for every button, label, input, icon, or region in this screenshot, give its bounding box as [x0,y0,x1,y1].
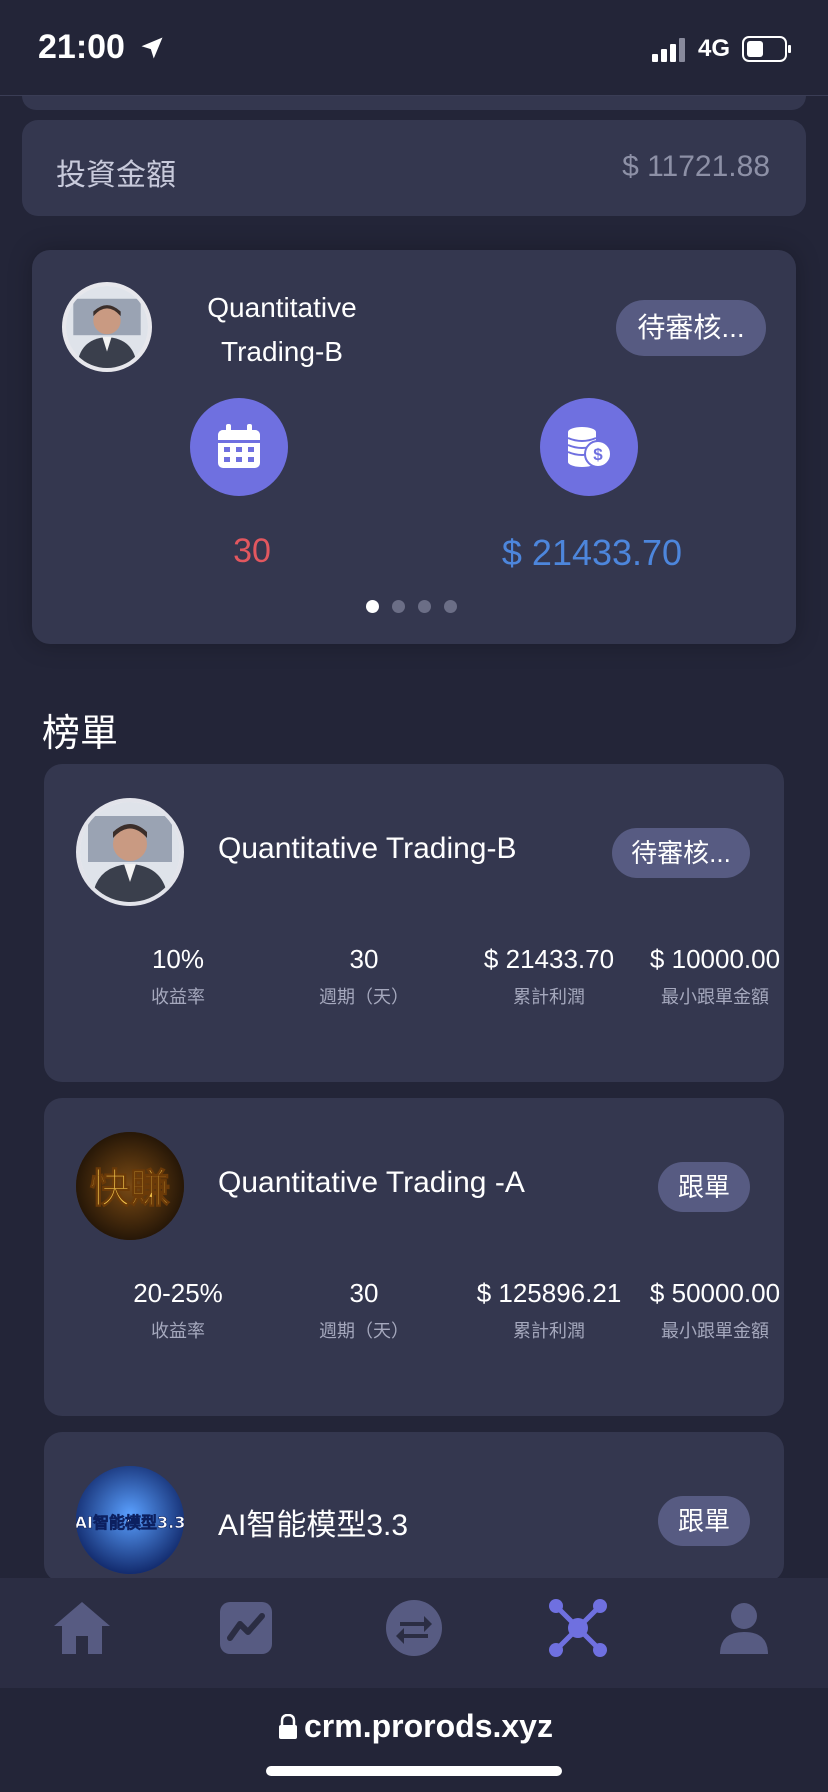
logo-text: AI智能模型3.3 [76,1513,184,1532]
stat-label: 週期（天） [319,987,409,1007]
pagination-dot[interactable] [366,600,379,613]
leaderboard-card[interactable]: AI智能模型3.3 AI智能模型3.3 跟單 [44,1432,784,1582]
page: 21:00 4G 投資金額 $ 11721.88 Quantitative Tr… [0,0,828,1792]
stat-value: 20-25% [133,1278,223,1308]
stat-value: $ 10000.00 [649,944,781,974]
stat-return-rate: 20-25% 收益率 [88,1278,268,1343]
logo-image: AI智能模型3.3 [76,1466,184,1574]
calendar-badge [190,398,288,496]
stat-value: $ 21433.70 [483,944,615,974]
stat-cycle: 30 週期（天） [274,944,454,1009]
stat-label: 週期（天） [319,1321,409,1341]
svg-text:$: $ [593,445,603,464]
home-icon [54,1602,110,1654]
stat-label: 最小跟單金額 [661,1321,769,1341]
pending-review-button[interactable]: 待審核... [616,300,766,356]
browser-url-bar[interactable]: crm.prorods.xyz [0,1688,828,1792]
nav-home[interactable] [50,1596,114,1660]
stat-value: $ 50000.00 [649,1278,781,1308]
location-arrow-icon [141,37,163,59]
nav-exchange[interactable] [382,1596,446,1660]
home-indicator[interactable] [266,1766,562,1776]
stat-cumulative-profit: $ 21433.70 累計利潤 [459,944,639,1009]
trader-avatar [76,798,184,906]
stat-min-amount: $ 50000.00 最小跟單金額 [630,1278,784,1343]
follow-button[interactable]: 跟單 [658,1496,750,1546]
network-label: 4G [698,35,731,62]
nav-network[interactable] [546,1596,610,1660]
strategy-name: AI智能模型3.3 [218,1509,409,1542]
stat-label: 收益率 [151,987,205,1007]
investment-value: $ 11721.88 [622,150,770,183]
bottom-nav [0,1578,828,1688]
stat-value: 30 [349,944,379,974]
pagination-dot[interactable] [392,600,405,613]
pagination-dot[interactable] [444,600,457,613]
strategy-name: Quantitative Trading -A [218,1166,525,1199]
calendar-icon [218,424,260,468]
trader-avatar: 快賺 [76,1132,184,1240]
chart-icon [220,1602,272,1654]
leaderboard-title: 榜單 [42,713,119,755]
status-bar: 21:00 4G [0,0,828,96]
trader-name: Quantitative Trading-B [182,286,382,374]
exchange-icon [386,1600,442,1656]
person-portrait-icon [66,286,148,368]
nav-user[interactable] [712,1596,776,1660]
stat-return-rate: 10% 收益率 [88,944,268,1009]
logo-text: 快賺 [90,1166,170,1212]
url-text: crm.prorods.xyz [304,1708,553,1744]
investment-card: 投資金額 $ 11721.88 [22,120,806,216]
stat-min-amount: $ 10000.00 最小跟單金額 [630,944,784,1009]
coins-badge: $ [540,398,638,496]
logo-image: 快賺 [76,1132,184,1240]
signal-icon [652,38,685,62]
pagination-dot[interactable] [418,600,431,613]
person-portrait-icon [80,802,180,902]
trader-avatar: AI智能模型3.3 [76,1466,184,1574]
stat-label: 最小跟單金額 [661,987,769,1007]
lock-icon [279,1714,297,1739]
trader-name-line1: Quantitative [207,292,357,323]
carousel-card[interactable]: Quantitative Trading-B 待審核... $ 30 $ 214… [32,250,796,644]
stat-value: $ 125896.21 [476,1278,622,1308]
user-icon [720,1603,768,1654]
nav-chart[interactable] [214,1596,278,1660]
previous-card-edge [22,96,806,110]
strategy-name: Quantitative Trading-B [218,832,517,865]
leaderboard-card[interactable]: 快賺 Quantitative Trading -A 跟單 20-25% 收益率… [44,1098,784,1416]
coins-dollar-icon: $ [567,427,612,468]
pending-review-button[interactable]: 待審核... [612,828,750,878]
stat-value: 10% [151,944,205,974]
cumulative-profit: $ 21433.70 [501,532,683,573]
leaderboard-card[interactable]: Quantitative Trading-B 待審核... 10% 收益率 30… [44,764,784,1082]
stat-value: 30 [349,1278,379,1308]
stat-cycle: 30 週期（天） [274,1278,454,1343]
trader-name-line2: Trading-B [221,336,343,367]
stat-label: 收益率 [151,1321,205,1341]
investment-label: 投資金額 [56,159,176,192]
follow-button[interactable]: 跟單 [658,1162,750,1212]
stat-label: 累計利潤 [513,987,585,1007]
status-time: 21:00 [38,28,125,66]
trader-avatar [62,282,152,372]
cycle-days: 30 [233,532,271,570]
network-icon [549,1599,607,1657]
stat-cumulative-profit: $ 125896.21 累計利潤 [459,1278,639,1343]
stat-label: 累計利潤 [513,1321,585,1341]
battery-icon [742,36,791,62]
